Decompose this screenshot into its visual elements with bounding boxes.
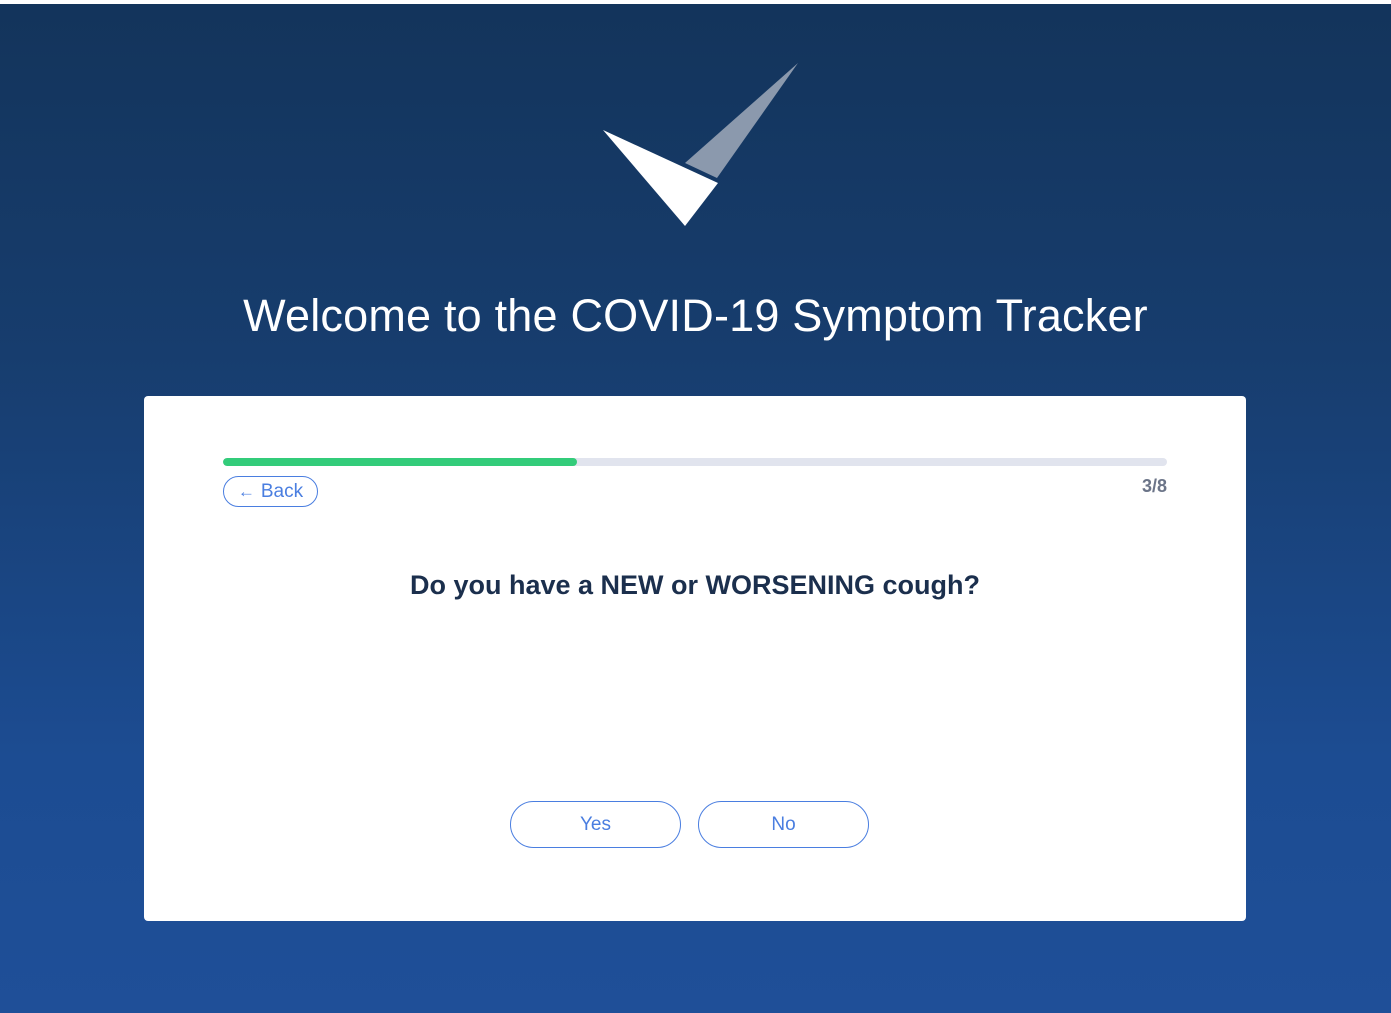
step-counter: 3/8 [1141,476,1167,496]
question-card: ← Back 3/8 Do you have a NEW or WORSENIN… [144,396,1246,921]
symptom-tracker-page: Welcome to the COVID-19 Symptom Tracker … [0,0,1391,1013]
checkmark-logo-short-stroke [603,130,718,226]
arrow-left-icon: ← [237,482,255,501]
question-text: Do you have a NEW or WORSENING cough? [409,570,981,600]
no-button[interactable]: No [698,801,869,848]
yes-button[interactable]: Yes [510,801,681,848]
back-button-label: Back [260,480,304,502]
back-button[interactable]: ← Back [223,476,318,507]
no-button-label: No [771,813,796,835]
checkmark-logo-icon [603,63,798,226]
progress-bar-fill [223,458,577,466]
yes-button-label: Yes [580,813,611,835]
checkmark-logo-long-stroke [685,63,798,178]
top-border [0,0,1391,4]
progress-bar [223,458,1167,466]
page-title: Welcome to the COVID-19 Symptom Tracker [243,290,1148,341]
